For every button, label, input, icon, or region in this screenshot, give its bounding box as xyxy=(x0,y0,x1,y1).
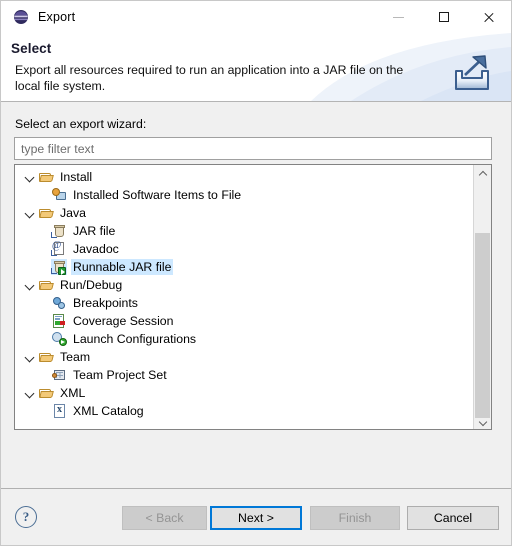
chevron-down-icon[interactable] xyxy=(24,172,35,183)
close-icon xyxy=(483,11,495,23)
page-description: Export all resources required to run an … xyxy=(15,63,404,93)
tree-item-label: Java xyxy=(60,206,86,220)
tree-item-label: Team xyxy=(60,350,91,364)
folder-icon xyxy=(38,277,54,293)
tree-row[interactable]: Javadoc xyxy=(15,240,473,258)
tree-item-label: JAR file xyxy=(73,224,116,238)
folder-icon xyxy=(38,169,54,185)
tree-row[interactable]: Team Project Set xyxy=(15,366,473,384)
folder-icon xyxy=(38,205,54,221)
tree-row[interactable]: Coverage Session xyxy=(15,312,473,330)
minimize-button[interactable] xyxy=(376,1,421,33)
wizard-banner: Select Export all resources required to … xyxy=(1,33,511,102)
cancel-button[interactable]: Cancel xyxy=(407,506,499,530)
xml-icon xyxy=(51,403,67,419)
tree-row[interactable]: JAR file xyxy=(15,222,473,240)
tree-row[interactable]: Installed Software Items to File xyxy=(15,186,473,204)
back-button[interactable]: < Back xyxy=(122,506,207,530)
team-icon xyxy=(51,367,67,383)
tree-item-label: XML Catalog xyxy=(73,404,144,418)
tree-row[interactable]: XML Catalog xyxy=(15,402,473,420)
chevron-down-icon xyxy=(479,417,486,424)
launch-icon xyxy=(51,331,67,347)
maximize-button[interactable] xyxy=(421,1,466,33)
next-button[interactable]: Next > xyxy=(210,506,302,530)
runnable-jar-icon xyxy=(51,259,67,276)
tree-item-label: XML xyxy=(60,386,86,400)
finish-button[interactable]: Finish xyxy=(310,506,400,530)
tree-item-label: Launch Configurations xyxy=(73,332,197,346)
tree-item-label: Installed Software Items to File xyxy=(73,188,242,202)
breakpoint-icon xyxy=(51,295,67,311)
folder-icon xyxy=(38,349,54,365)
tree-item-label: Coverage Session xyxy=(73,314,174,328)
tree-item-label: Run/Debug xyxy=(60,278,123,292)
tree-item-label: Team Project Set xyxy=(73,368,167,382)
chevron-down-icon[interactable] xyxy=(24,388,35,399)
tree-item-label: Javadoc xyxy=(73,242,119,256)
tree-row[interactable]: Install xyxy=(15,168,473,186)
window-title: Export xyxy=(38,10,76,24)
wizard-select-label: Select an export wizard: xyxy=(15,117,147,131)
scrollbar-thumb[interactable] xyxy=(475,233,490,418)
export-banner-icon xyxy=(449,51,495,97)
tree-row-selected[interactable]: Runnable JAR file xyxy=(15,258,473,276)
chevron-down-icon[interactable] xyxy=(24,280,35,291)
scroll-down-button[interactable] xyxy=(474,412,491,429)
filter-input[interactable] xyxy=(14,137,492,160)
maximize-icon xyxy=(438,12,449,22)
dialog-button-bar: ? < Back Next > Finish Cancel xyxy=(1,488,511,545)
help-icon[interactable]: ? xyxy=(15,506,37,528)
tree-row[interactable]: Team xyxy=(15,348,473,366)
export-dialog: Export Select Export all resources requi… xyxy=(0,0,512,546)
title-bar-left: Export xyxy=(1,9,75,25)
tree-row[interactable]: Breakpoints xyxy=(15,294,473,312)
page-title: Select xyxy=(11,41,52,56)
chevron-down-icon[interactable] xyxy=(24,208,35,219)
coverage-icon xyxy=(51,313,67,329)
title-bar: Export xyxy=(1,1,511,33)
minimize-icon xyxy=(393,16,404,18)
tree-row[interactable]: Java xyxy=(15,204,473,222)
javadoc-icon xyxy=(51,240,67,257)
tree-row[interactable]: XML xyxy=(15,384,473,402)
tree-scrollbar[interactable] xyxy=(473,165,491,429)
dialog-body: Select an export wizard: Install Install… xyxy=(1,102,511,488)
tree-item-label: Runnable JAR file xyxy=(71,259,174,275)
tree-row[interactable]: Launch Configurations xyxy=(15,330,473,348)
export-wizard-tree[interactable]: Install Installed Software Items to File… xyxy=(14,164,492,430)
chevron-up-icon xyxy=(479,170,486,177)
software-icon xyxy=(51,187,67,203)
close-button[interactable] xyxy=(466,1,511,33)
tree-item-label: Install xyxy=(60,170,93,184)
window-controls xyxy=(376,1,511,33)
folder-icon xyxy=(38,385,54,401)
jar-icon xyxy=(51,223,67,239)
eclipse-icon xyxy=(13,9,29,25)
tree-item-label: Breakpoints xyxy=(73,296,138,310)
chevron-down-icon[interactable] xyxy=(24,352,35,363)
scroll-up-button[interactable] xyxy=(474,165,491,182)
tree-content: Install Installed Software Items to File… xyxy=(15,165,473,429)
tree-row[interactable]: Run/Debug xyxy=(15,276,473,294)
